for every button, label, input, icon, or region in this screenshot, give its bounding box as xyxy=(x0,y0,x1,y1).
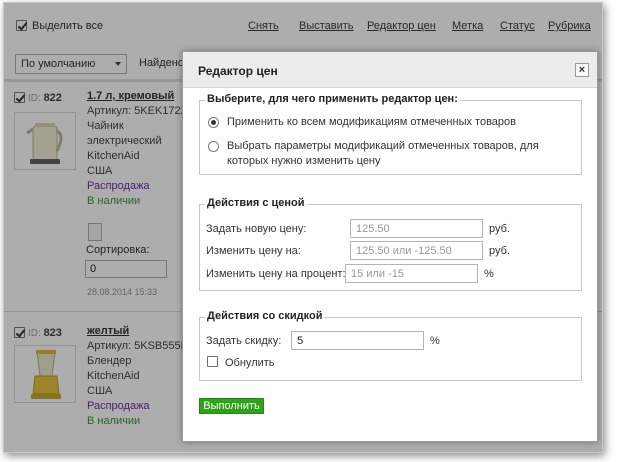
apply-all-label[interactable]: Применить ко всем модификациям отмеченны… xyxy=(227,115,567,130)
set-discount-input[interactable] xyxy=(291,331,424,350)
currency-unit: руб. xyxy=(489,245,510,257)
product-list-page: Выделить все Снять Выставить Редактор це… xyxy=(4,3,602,452)
dialog-header: Редактор цен × xyxy=(183,52,597,88)
choose-params-radio[interactable] xyxy=(208,141,219,152)
run-button[interactable]: Выполнить xyxy=(199,398,264,414)
change-percent-input[interactable] xyxy=(345,264,478,283)
price-actions-legend: Действия с ценой xyxy=(205,197,307,209)
reset-discount-label[interactable]: Обнулить xyxy=(225,357,275,369)
apply-all-radio[interactable] xyxy=(208,117,219,128)
percent-unit: % xyxy=(484,268,494,280)
change-price-label: Изменить цену на: xyxy=(206,245,301,257)
currency-unit: руб. xyxy=(489,223,510,235)
dialog-title: Редактор цен xyxy=(198,64,278,78)
new-price-input[interactable] xyxy=(350,219,483,238)
price-actions-fieldset: Действия с ценой Задать новую цену: руб.… xyxy=(199,197,582,291)
close-icon[interactable]: × xyxy=(575,63,589,77)
apply-scope-fieldset: Выберите, для чего применить редактор це… xyxy=(199,93,582,175)
percent-unit: % xyxy=(430,335,440,347)
change-price-input[interactable] xyxy=(350,241,483,260)
discount-actions-legend: Действия со скидкой xyxy=(205,310,325,322)
new-price-label: Задать новую цену: xyxy=(206,223,307,235)
change-percent-label: Изменить цену на процент: xyxy=(206,268,346,280)
apply-scope-legend: Выберите, для чего применить редактор це… xyxy=(205,93,460,105)
choose-params-label[interactable]: Выбрать параметры модификаций отмеченных… xyxy=(227,139,567,169)
discount-actions-fieldset: Действия со скидкой Задать скидку: % Обн… xyxy=(199,310,582,381)
set-discount-label: Задать скидку: xyxy=(206,335,282,347)
app-frame: Выделить все Снять Выставить Редактор це… xyxy=(3,2,603,453)
price-editor-dialog: Редактор цен × Выберите, для чего примен… xyxy=(182,51,598,442)
reset-discount-checkbox[interactable] xyxy=(207,356,218,367)
